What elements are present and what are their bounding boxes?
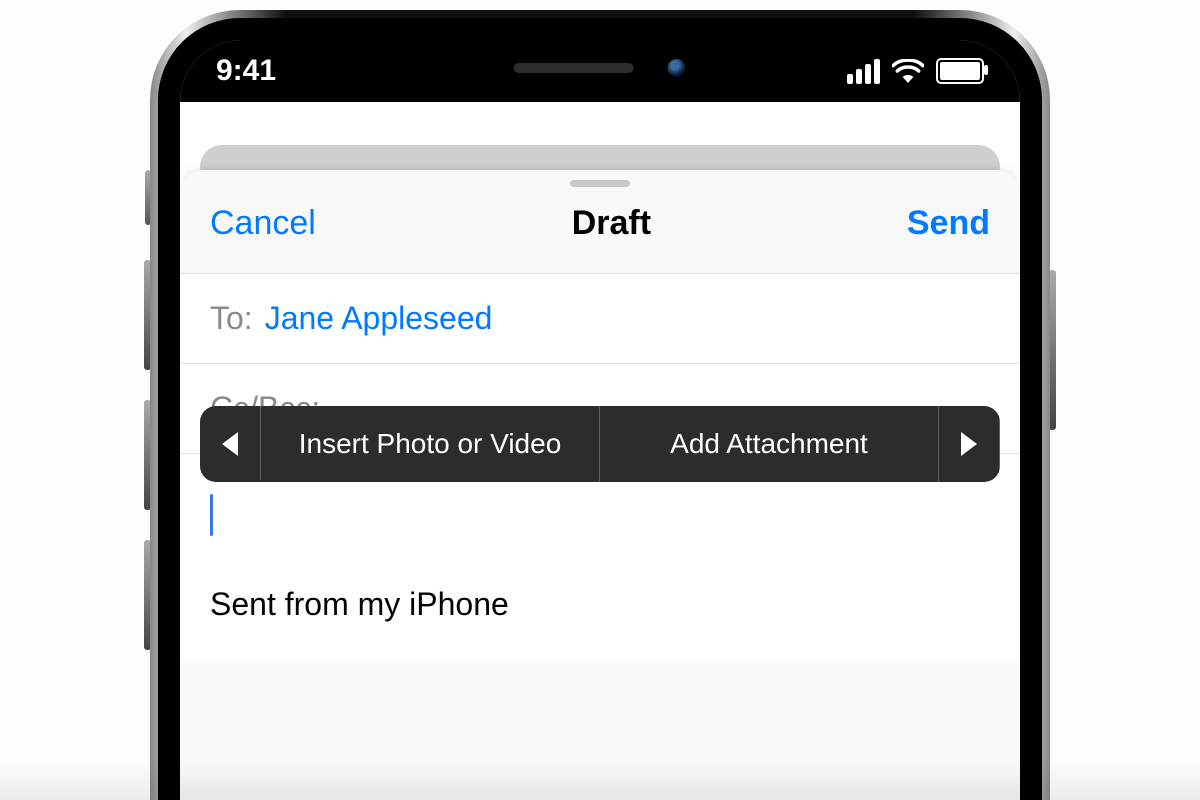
side-button [1049, 270, 1056, 430]
message-body[interactable]: Insert Photo or Video Add Attachment Sen… [180, 454, 1020, 663]
chevron-right-icon [961, 432, 977, 456]
status-time: 9:41 [216, 54, 276, 88]
earpiece-speaker [514, 63, 634, 73]
sheet-grabber[interactable] [570, 180, 630, 187]
edit-context-menu: Insert Photo or Video Add Attachment [200, 406, 1000, 482]
chevron-left-icon [222, 432, 238, 456]
battery-icon [936, 58, 984, 84]
to-field[interactable]: To: Jane Appleseed [180, 274, 1020, 364]
send-button[interactable]: Send [907, 204, 990, 243]
text-cursor [210, 494, 213, 536]
email-signature[interactable]: Sent from my iPhone [210, 586, 990, 623]
front-camera [668, 59, 686, 77]
cellular-signal-icon [847, 59, 880, 84]
menu-item-add-attachment[interactable]: Add Attachment [600, 406, 939, 482]
menu-item-insert-photo-video[interactable]: Insert Photo or Video [261, 406, 600, 482]
sheet-title: Draft [572, 204, 651, 243]
to-recipient[interactable]: Jane Appleseed [265, 300, 493, 337]
cancel-button[interactable]: Cancel [210, 204, 316, 243]
phone-mockup: 9:41 Cancel [150, 0, 1050, 800]
to-label: To: [210, 300, 253, 337]
compose-sheet: Cancel Draft Send To: Jane Appleseed Cc/… [180, 170, 1020, 800]
menu-scroll-right-button[interactable] [939, 406, 1000, 482]
header-fields: To: Jane Appleseed Cc/Bcc: Insert Photo … [180, 274, 1020, 663]
menu-pointer-caret [248, 480, 284, 482]
status-right-group [847, 58, 984, 84]
wifi-icon [892, 59, 924, 83]
display-notch [382, 40, 819, 96]
phone-screen: 9:41 Cancel [180, 40, 1020, 800]
menu-scroll-left-button[interactable] [200, 406, 261, 482]
